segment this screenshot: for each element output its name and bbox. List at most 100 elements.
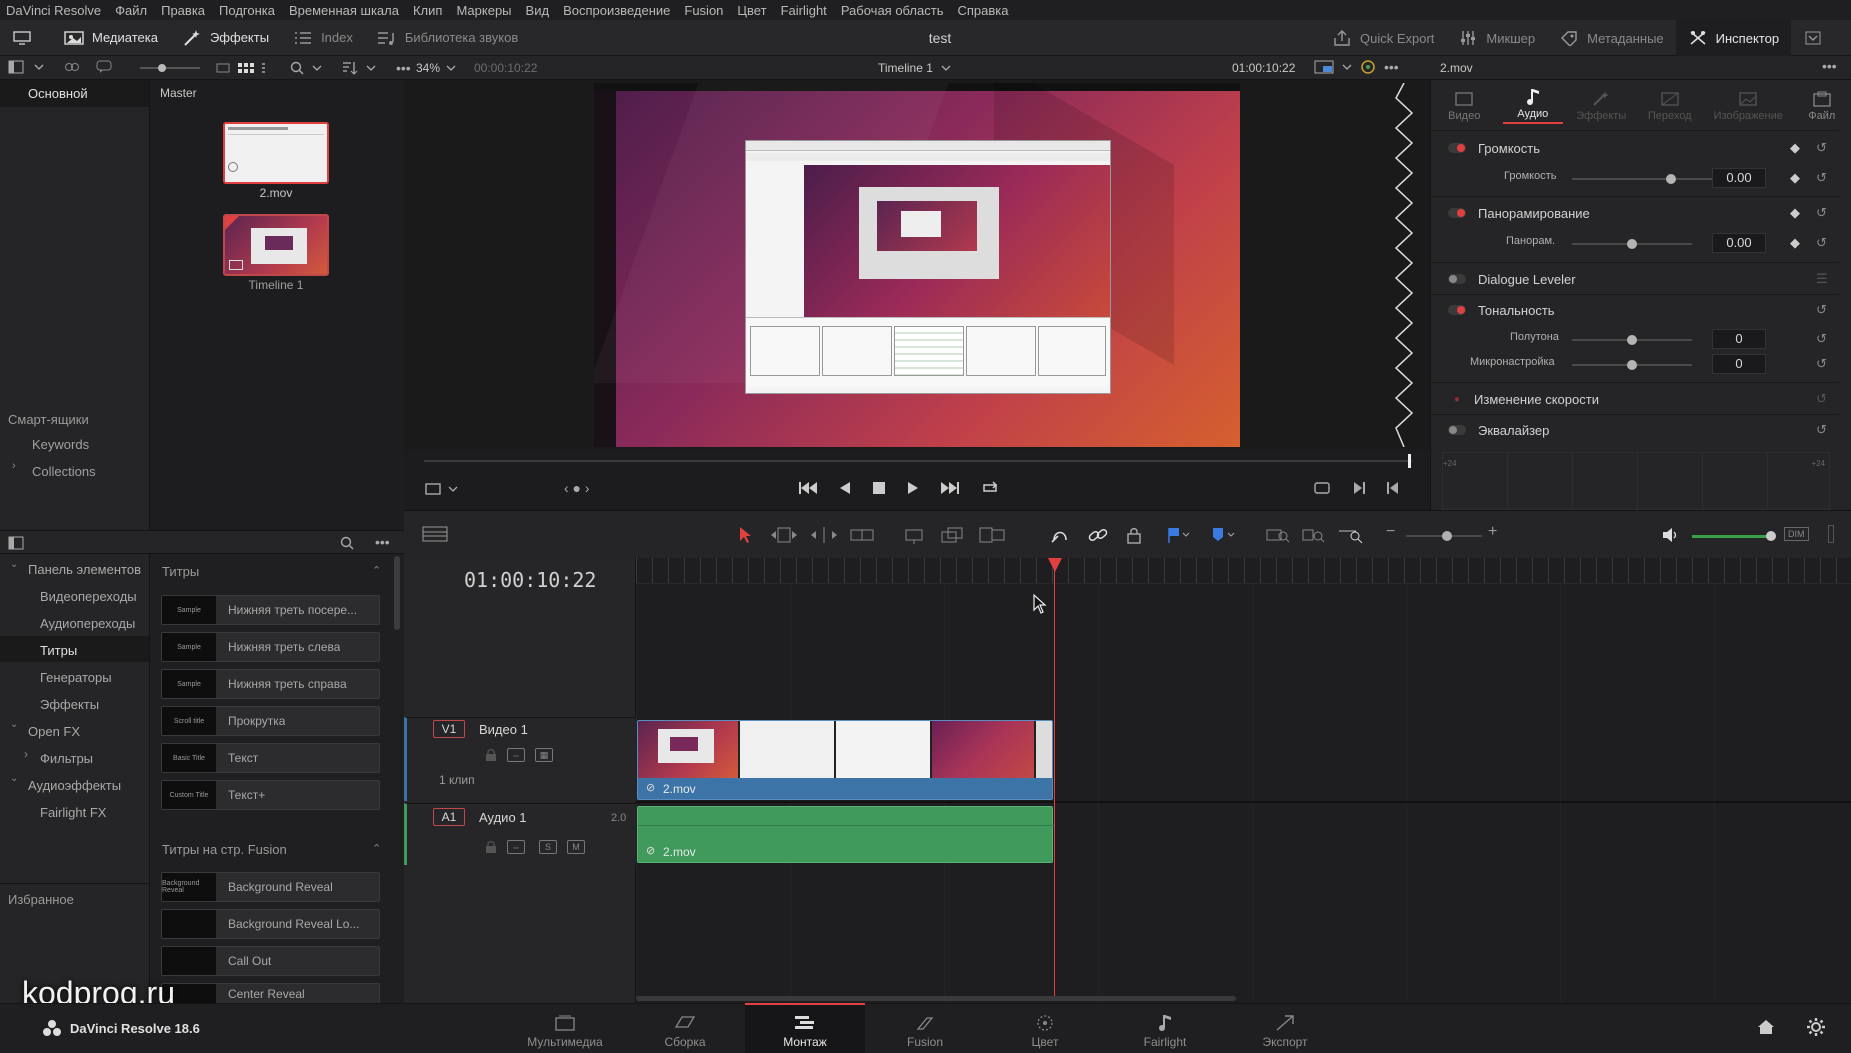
reset-icon[interactable]: ↺: [1816, 140, 1827, 156]
cents-value[interactable]: 0: [1712, 354, 1766, 374]
tree-filters[interactable]: Фильтры: [40, 751, 93, 766]
more-options-icon[interactable]: •••: [1384, 60, 1399, 74]
solo-button[interactable]: S: [539, 840, 557, 854]
snapping-icon[interactable]: [1050, 526, 1070, 544]
keyframe-icon[interactable]: ◆: [1790, 235, 1800, 251]
sound-library-button[interactable]: Библиотека звуков: [365, 20, 530, 56]
tab-video[interactable]: Видео: [1434, 88, 1494, 122]
chevron-up-icon[interactable]: ⌃: [372, 564, 381, 577]
tree-audio-fx[interactable]: Аудиоэффекты: [28, 778, 121, 793]
tree-openfx[interactable]: Open FX: [28, 724, 80, 739]
title-card-scroll[interactable]: Scroll title Прокрутка: [161, 706, 380, 736]
tree-video-transitions[interactable]: Видеопереходы: [40, 589, 137, 604]
speed-change-dot[interactable]: ●: [1454, 394, 1460, 405]
title-card-lower-third-left[interactable]: Sample Нижняя треть слева: [161, 632, 380, 662]
stop-icon[interactable]: [872, 480, 886, 496]
pitch-enable-toggle[interactable]: [1448, 305, 1466, 315]
dynamic-trim-icon[interactable]: [810, 526, 838, 544]
menu-fairlight[interactable]: Fairlight: [781, 3, 827, 18]
menu-timeline[interactable]: Временная шкала: [289, 3, 399, 18]
timeline-selector[interactable]: Timeline 1: [878, 56, 951, 80]
chevron-down-icon[interactable]: [366, 62, 376, 74]
loop-icon[interactable]: [980, 480, 1000, 496]
page-edit[interactable]: Монтаж: [745, 1003, 865, 1053]
play-icon[interactable]: [906, 480, 920, 496]
reset-icon[interactable]: ↺: [1816, 235, 1827, 251]
tree-fairlight-fx[interactable]: Fairlight FX: [40, 805, 106, 820]
play-reverse-icon[interactable]: [838, 480, 852, 496]
dialogue-leveler-toggle[interactable]: [1448, 274, 1466, 284]
keyframe-icon[interactable]: ◆: [1790, 140, 1800, 156]
menu-fusion[interactable]: Fusion: [684, 3, 723, 18]
blade-tool-icon[interactable]: [850, 526, 874, 544]
cents-slider[interactable]: [1572, 360, 1692, 370]
pan-value[interactable]: 0.00: [1712, 233, 1766, 253]
reset-icon[interactable]: ↺: [1816, 391, 1827, 407]
detail-view-icon[interactable]: [262, 62, 270, 74]
replace-clip-icon[interactable]: [978, 526, 1006, 544]
lock-icon[interactable]: [1126, 526, 1142, 544]
scrollbar[interactable]: [394, 556, 400, 630]
timeline-thumbnail[interactable]: [223, 214, 329, 276]
chevron-down-icon[interactable]: [1342, 61, 1352, 73]
fusion-title-background-reveal-lower[interactable]: Background Reveal Lo...: [161, 909, 380, 939]
smart-bin-keywords[interactable]: Keywords: [32, 437, 89, 452]
previous-clip-icon[interactable]: [1386, 480, 1400, 496]
pan-enable-toggle[interactable]: [1448, 208, 1466, 218]
volume-value[interactable]: 0.00: [1712, 168, 1766, 188]
mute-button[interactable]: M: [567, 840, 585, 854]
reset-icon[interactable]: ↺: [1816, 302, 1827, 318]
volume-slider-knob[interactable]: [1666, 174, 1677, 184]
pan-slider-knob[interactable]: [1627, 239, 1637, 249]
menu-icon[interactable]: ☰: [1816, 271, 1828, 287]
tree-effects[interactable]: Эффекты: [40, 697, 99, 712]
flag-icon[interactable]: [1166, 526, 1190, 544]
viewer-scrubber[interactable]: [424, 454, 1412, 468]
trim-tool-icon[interactable]: [770, 526, 798, 544]
menu-view[interactable]: Вид: [526, 3, 550, 18]
zoom-custom-icon[interactable]: [1338, 526, 1364, 544]
eq-graph[interactable]: +24 +24: [1442, 452, 1830, 510]
speaker-icon[interactable]: [1662, 527, 1680, 543]
fusion-title-background-reveal[interactable]: Background Reveal Background Reveal: [161, 872, 380, 902]
grid-view-icon[interactable]: [238, 62, 254, 74]
link-icon[interactable]: [1088, 526, 1108, 544]
window-dropdown-button[interactable]: [1791, 20, 1835, 56]
viewer-video-frame[interactable]: [594, 83, 1240, 447]
zoom-out-icon[interactable]: −: [1386, 523, 1395, 541]
keyframe-icon[interactable]: ◆: [1790, 205, 1800, 221]
auto-select-icon[interactable]: ⇔: [507, 748, 525, 762]
title-card-text-plus[interactable]: Custom Title Текст+: [161, 780, 380, 810]
mixer-button[interactable]: Микшер: [1446, 20, 1547, 56]
insert-clip-icon[interactable]: [900, 526, 928, 544]
menu-file[interactable]: Файл: [115, 3, 147, 18]
skip-to-start-icon[interactable]: [798, 480, 818, 496]
lock-icon[interactable]: [485, 840, 497, 854]
page-cut[interactable]: Сборка: [625, 1003, 745, 1053]
page-color[interactable]: Цвет: [985, 1003, 1105, 1053]
reset-icon[interactable]: ↺: [1816, 356, 1827, 372]
list-view-icon[interactable]: [216, 62, 230, 74]
smart-bin-collections[interactable]: Collections: [32, 464, 96, 479]
fusion-title-call-out[interactable]: Call Out: [161, 946, 380, 976]
tree-audio-transitions[interactable]: Аудиопереходы: [40, 616, 135, 631]
search-icon[interactable]: [290, 61, 304, 75]
volume-enable-toggle[interactable]: [1448, 143, 1466, 153]
menu-help[interactable]: Справка: [957, 3, 1008, 18]
menu-workspace[interactable]: Рабочая область: [841, 3, 944, 18]
more-options-icon[interactable]: •••: [1822, 58, 1837, 74]
menu-clip[interactable]: Клип: [413, 3, 442, 18]
panel-toggle-icon[interactable]: [8, 60, 24, 74]
selection-tool-icon[interactable]: [738, 526, 752, 544]
menu-playback[interactable]: Воспроизведение: [563, 3, 670, 18]
zoom-full-icon[interactable]: [1266, 526, 1290, 544]
reset-icon[interactable]: ↺: [1816, 331, 1827, 347]
tab-effects[interactable]: Эффекты: [1571, 88, 1631, 122]
title-card-lower-third-center[interactable]: Sample Нижняя треть посере...: [161, 595, 380, 625]
menu-markers[interactable]: Маркеры: [456, 3, 511, 18]
reset-icon[interactable]: ↺: [1816, 170, 1827, 186]
link-icon[interactable]: [64, 60, 80, 74]
volume-slider[interactable]: [1572, 174, 1732, 184]
chevron-up-icon[interactable]: ⌃: [372, 842, 381, 855]
tree-generators[interactable]: Генераторы: [40, 670, 112, 685]
